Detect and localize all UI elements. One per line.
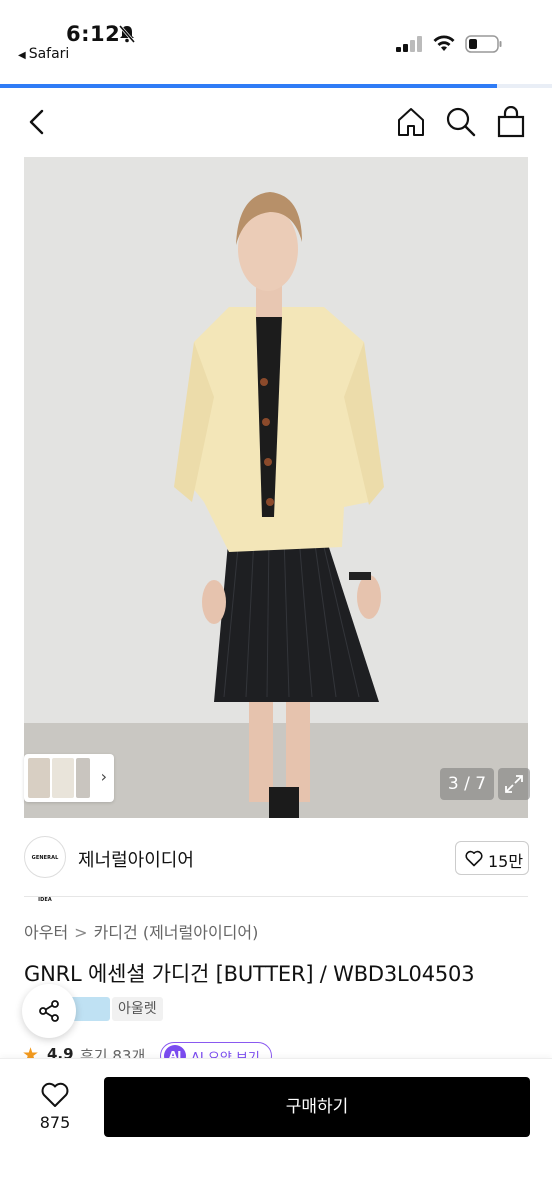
bell-muted-icon	[118, 25, 136, 43]
status-bar: 6:12 ◀ Safari	[0, 0, 552, 84]
home-icon[interactable]	[395, 106, 427, 138]
back-app-label: Safari	[28, 46, 70, 62]
chevron-right-icon: ›	[100, 767, 107, 786]
back-to-app-link[interactable]: ◀ Safari	[18, 46, 69, 62]
shopping-bag-icon[interactable]	[495, 106, 527, 138]
thumbnail-2[interactable]	[52, 758, 74, 798]
bottom-action-bar: 875 구매하기	[0, 1058, 552, 1200]
brand-name[interactable]: 제너럴아이디어	[78, 846, 194, 872]
breadcrumb-separator-icon: >	[74, 923, 88, 942]
thumbnail-3[interactable]	[76, 758, 90, 798]
cellular-signal-icon	[396, 36, 422, 52]
model-photo-illustration	[174, 192, 384, 818]
image-thumbnail-strip[interactable]: ›	[24, 754, 114, 802]
share-icon	[39, 1000, 59, 1022]
breadcrumb-item-cardigan[interactable]: 카디건 (제너럴아이디어)	[94, 923, 259, 942]
wifi-icon	[433, 35, 455, 51]
back-triangle-icon: ◀	[18, 50, 26, 61]
top-nav-bar	[0, 88, 552, 156]
thumbnail-1[interactable]	[28, 758, 50, 798]
heart-icon	[465, 850, 483, 867]
expand-image-button[interactable]	[498, 768, 530, 800]
search-icon[interactable]	[445, 106, 477, 138]
product-image[interactable]	[24, 157, 528, 818]
product-title: GNRL 에센셜 가디건 [BUTTER] / WBD3L04503	[24, 962, 475, 986]
brand-like-button[interactable]: 15만	[455, 841, 529, 875]
wishlist-button[interactable]: 875	[24, 1079, 86, 1139]
brand-logo[interactable]: GENERAL IDEA	[24, 836, 66, 903]
expand-icon	[505, 775, 523, 793]
breadcrumb: 아우터 > 카디건 (제너럴아이디어)	[24, 919, 258, 943]
brand-like-count: 15만	[488, 852, 524, 871]
image-counter: 3 / 7	[440, 768, 494, 800]
clock: 6:12	[66, 22, 121, 46]
heart-icon	[41, 1082, 69, 1107]
brand-row[interactable]: GENERAL IDEA 제너럴아이디어 15만	[0, 828, 552, 903]
share-button[interactable]	[22, 984, 76, 1038]
chevron-left-icon[interactable]	[22, 106, 54, 138]
breadcrumb-item-outer[interactable]: 아우터	[24, 923, 68, 942]
battery-icon	[465, 35, 502, 53]
section-divider	[24, 896, 528, 897]
buy-button[interactable]: 구매하기	[104, 1077, 530, 1137]
wishlist-count: 875	[39, 1113, 71, 1132]
outlet-tag: 아울렛	[112, 997, 163, 1021]
